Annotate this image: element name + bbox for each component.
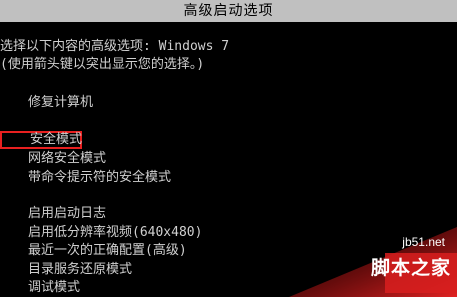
intro-line-hint: (使用箭头键以突出显示您的选择。) bbox=[0, 57, 205, 72]
watermark-url: jb51.net bbox=[402, 235, 445, 249]
instructions: 选择以下内容的高级选项: Windows 7 (使用箭头键以突出显示您的选择。) bbox=[0, 38, 229, 74]
site-watermark: jb51.net 脚本之家 bbox=[289, 227, 457, 297]
menu-item-last-known-good[interactable]: 最近一次的正确配置(高级) bbox=[28, 242, 187, 260]
menu-item-debugging-mode[interactable]: 调试模式 bbox=[28, 279, 80, 297]
menu-item-boot-logging[interactable]: 启用启动日志 bbox=[28, 205, 106, 223]
menu-item-safe-mode-networking[interactable]: 网络安全模式 bbox=[28, 150, 106, 168]
menu-item-low-resolution-video[interactable]: 启用低分辨率视频(640x480) bbox=[28, 224, 202, 242]
intro-line-os: 选择以下内容的高级选项: Windows 7 bbox=[0, 39, 230, 54]
menu-item-safe-mode-command-prompt[interactable]: 带命令提示符的安全模式 bbox=[28, 169, 171, 187]
window-title-bar: 高级启动选项 bbox=[0, 0, 457, 22]
menu-item-directory-services-restore[interactable]: 目录服务还原模式 bbox=[28, 261, 132, 279]
window-title: 高级启动选项 bbox=[183, 3, 274, 19]
watermark-text: 脚本之家 bbox=[370, 257, 451, 279]
menu-item-safe-mode[interactable]: 安全模式 bbox=[0, 131, 82, 149]
menu-item-repair-computer[interactable]: 修复计算机 bbox=[28, 94, 93, 112]
